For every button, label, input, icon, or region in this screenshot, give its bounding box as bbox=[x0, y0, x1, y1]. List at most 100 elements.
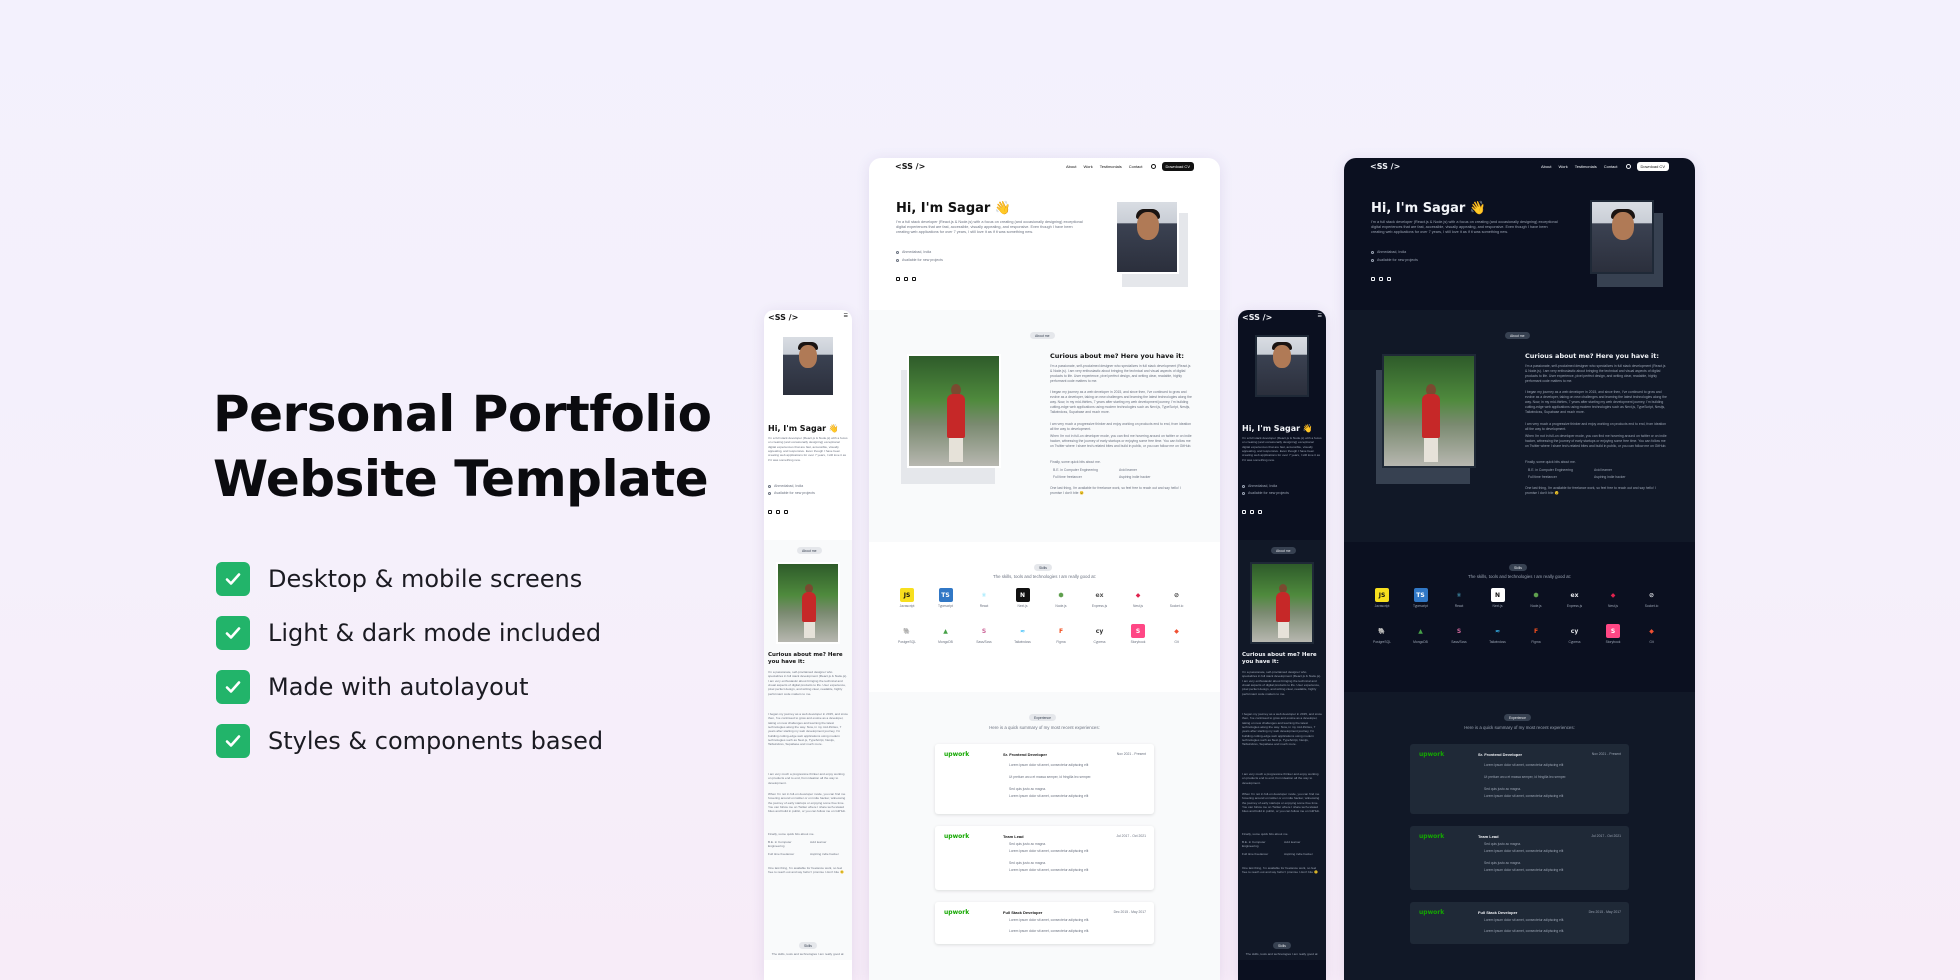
figma-icon[interactable] bbox=[1387, 277, 1391, 281]
section-pill: Experience bbox=[1504, 714, 1531, 721]
skill-icon: ▲ bbox=[943, 627, 948, 635]
skill-item: JS Javascript bbox=[1367, 588, 1397, 608]
skill-icon: ⚛ bbox=[981, 591, 987, 599]
download-cv-button[interactable]: Download CV bbox=[1636, 161, 1669, 171]
about-bullet: Aspiring indie hacker bbox=[1119, 475, 1151, 479]
social-links bbox=[896, 277, 920, 281]
menu-icon[interactable]: ☰ bbox=[844, 313, 848, 322]
skill-icon: F bbox=[1058, 627, 1064, 635]
skill-item: ex Express.js bbox=[1560, 588, 1590, 609]
about-bullet: Full time freelancer bbox=[1528, 475, 1557, 479]
nav-link-testimonials[interactable]: Testimonials bbox=[1100, 164, 1122, 169]
download-cv-button[interactable]: Download CV bbox=[1161, 161, 1194, 171]
mobile-light-preview: <SS /> ☰ Hi, I'm Sagar 👋 I'm a full stac… bbox=[764, 310, 852, 980]
section-pill: Skills bbox=[1509, 564, 1527, 571]
twitter-icon[interactable] bbox=[776, 510, 780, 514]
about-bullet: Aspiring indie hacker bbox=[1594, 475, 1626, 479]
figma-icon[interactable] bbox=[1258, 510, 1262, 514]
about-paragraph: I'm a passionate, self-proclaimed design… bbox=[1050, 364, 1191, 383]
nav-link-work[interactable]: Work bbox=[1558, 164, 1567, 169]
job-bullet: Lorem ipsum dolor sit amet, consectetur … bbox=[1009, 868, 1089, 872]
menu-icon[interactable]: ☰ bbox=[1318, 313, 1322, 322]
about-paragraph: I am very much a progressive thinker and… bbox=[1242, 772, 1319, 785]
skill-label: Cypress bbox=[1568, 640, 1581, 644]
availability: Available for new projects bbox=[768, 491, 815, 495]
about-paragraph: I'm a passionate, self-proclaimed design… bbox=[1525, 364, 1666, 383]
nav-link-contact[interactable]: Contact bbox=[1129, 164, 1143, 169]
figma-icon[interactable] bbox=[912, 277, 916, 281]
mobile-nav: <SS /> ☰ bbox=[768, 313, 848, 322]
skill-label: Typescript bbox=[1412, 604, 1429, 608]
nav-link-contact[interactable]: Contact bbox=[1604, 164, 1618, 169]
intro-text: I'm a full stack developer (React.js & N… bbox=[896, 220, 1083, 235]
skill-icon: N bbox=[1015, 588, 1030, 602]
twitter-icon[interactable] bbox=[1250, 510, 1254, 514]
site-logo[interactable]: <SS /> bbox=[768, 313, 798, 322]
intro-text: I'm a full stack developer (React.js & N… bbox=[1371, 220, 1558, 235]
availability: Available for new projects bbox=[1371, 258, 1418, 262]
github-icon[interactable] bbox=[1242, 510, 1246, 514]
about-paragraph: I am very much a progressive thinker and… bbox=[1525, 422, 1666, 431]
twitter-icon[interactable] bbox=[904, 277, 908, 281]
about-paragraph: When I'm not in full-on developer mode, … bbox=[1525, 434, 1667, 448]
about-bullet: Full time freelancer bbox=[1053, 475, 1082, 479]
social-links bbox=[1371, 277, 1395, 281]
about-paragraph: I am very much a progressive thinker and… bbox=[1050, 422, 1191, 431]
job-bullet: Ut pretium arcu et massa semper, id frin… bbox=[1009, 775, 1092, 779]
site-logo[interactable]: <SS /> bbox=[895, 162, 925, 171]
mobile-dark-preview: <SS /> ☰ Hi, I'm Sagar 👋 I'm a full stac… bbox=[1238, 310, 1326, 980]
skill-icon: 🐘 bbox=[1378, 627, 1386, 635]
greeting: Hi, I'm Sagar 👋 bbox=[896, 201, 1012, 216]
job-bullet: Lorem ipsum dolor sit amet, consectetur … bbox=[1484, 849, 1564, 853]
skill-item: N Next.js bbox=[1483, 588, 1513, 608]
location: Ahmedabad, India bbox=[1242, 484, 1277, 488]
about-paragraph: Finally, some quick bits about me. bbox=[768, 832, 815, 836]
about-paragraph: Finally, some quick bits about me. bbox=[1050, 460, 1101, 464]
skill-item: ≈ Tailwindcss bbox=[1008, 624, 1038, 645]
about-bullet: B.E. in Computer Engineering bbox=[1242, 840, 1266, 849]
github-icon[interactable] bbox=[768, 510, 772, 514]
job-bullet: Lorem ipsum dolor sit amet, consectetur … bbox=[1484, 929, 1565, 933]
experience-card: upwork Full Stack Developer Dec 2015 - M… bbox=[935, 902, 1154, 944]
check-icon bbox=[216, 670, 250, 704]
theme-toggle-icon[interactable] bbox=[1150, 163, 1156, 169]
about-bullet: B.E. in Computer Engineering bbox=[768, 840, 792, 849]
github-icon[interactable] bbox=[1371, 277, 1375, 281]
figma-icon[interactable] bbox=[784, 510, 788, 514]
availability: Available for new projects bbox=[896, 258, 943, 262]
about-paragraph: I am very much a progressive thinker and… bbox=[768, 772, 845, 785]
skill-label: Socket.io bbox=[1169, 604, 1184, 608]
github-icon[interactable] bbox=[896, 277, 900, 281]
about-paragraph: Finally, some quick bits about me. bbox=[1525, 460, 1576, 464]
location-icon bbox=[768, 484, 771, 488]
nav-link-about[interactable]: About bbox=[1541, 164, 1551, 169]
nav-link-work[interactable]: Work bbox=[1083, 164, 1092, 169]
social-links bbox=[768, 510, 792, 514]
skill-item: ◆ Nest.js bbox=[1598, 588, 1628, 609]
skill-icon: S bbox=[1131, 624, 1145, 638]
theme-toggle-icon[interactable] bbox=[1625, 163, 1631, 169]
about-paragraph: I'm a passionate, self-proclaimed design… bbox=[768, 670, 848, 696]
site-logo[interactable]: <SS /> bbox=[1370, 162, 1400, 171]
skill-icon: ◆ bbox=[1174, 627, 1179, 635]
about-paragraph: I'm a passionate, self-proclaimed design… bbox=[1242, 670, 1322, 696]
status-dot-icon bbox=[1242, 491, 1245, 495]
check-icon bbox=[216, 724, 250, 758]
skill-label: Nest.js bbox=[1607, 604, 1619, 608]
feature-label: Light & dark mode included bbox=[268, 619, 602, 647]
job-bullet: Lorem ipsum dolor sit amet, consectetur … bbox=[1484, 763, 1564, 767]
skill-label: Tailwindcss bbox=[1489, 640, 1506, 644]
skill-icon: TS bbox=[938, 588, 953, 602]
twitter-icon[interactable] bbox=[1379, 277, 1383, 281]
site-logo[interactable]: <SS /> bbox=[1242, 313, 1272, 322]
skill-icon: ex bbox=[1570, 591, 1579, 599]
about-bullet: B.E. in Computer Engineering bbox=[1528, 468, 1573, 472]
feature-item: Made with autolayout bbox=[216, 670, 603, 704]
skill-item: ⬢ Node.js bbox=[1521, 588, 1551, 609]
location: Ahmedabad, India bbox=[768, 484, 803, 488]
nav-link-testimonials[interactable]: Testimonials bbox=[1575, 164, 1597, 169]
nav-link-about[interactable]: About bbox=[1066, 164, 1076, 169]
about-heading: Curious about me? Here you have it: bbox=[1525, 352, 1659, 360]
job-dates: Dec 2015 - May 2017 bbox=[1588, 910, 1621, 914]
feature-item: Styles & components based bbox=[216, 724, 603, 758]
